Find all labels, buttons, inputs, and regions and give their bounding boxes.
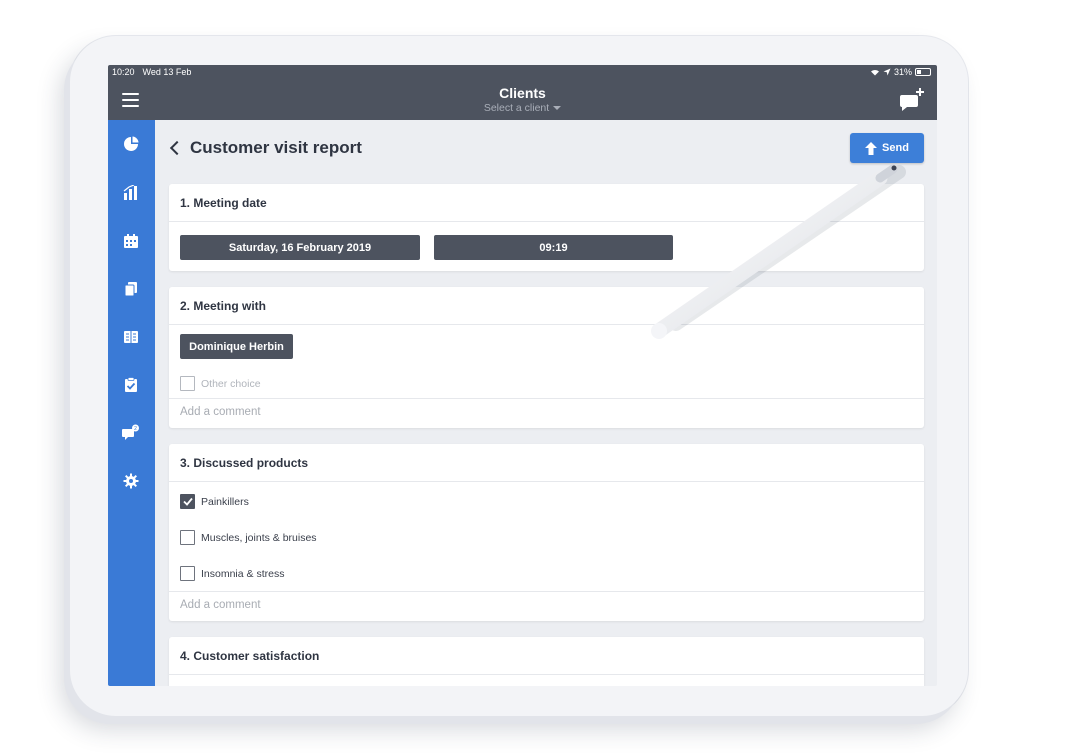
status-date: Wed 13 Feb bbox=[142, 67, 192, 77]
sidebar-item-calendar[interactable] bbox=[119, 229, 143, 253]
section-title: 1. Meeting date bbox=[169, 184, 924, 222]
option-label: Muscles, joints & bruises bbox=[201, 531, 317, 544]
sidebar-item-settings[interactable] bbox=[119, 469, 143, 493]
send-button-label: Send bbox=[882, 142, 909, 154]
date-picker[interactable]: Saturday, 16 February 2019 bbox=[180, 235, 420, 260]
app-screen: 10:20 Wed 13 Feb 31% Clients Select a cli… bbox=[108, 65, 937, 686]
chevron-left-icon bbox=[169, 140, 185, 156]
new-message-icon[interactable] bbox=[899, 87, 925, 111]
other-choice-option[interactable]: Other choice bbox=[180, 376, 261, 391]
section-discussed-products: 3. Discussed products Painkillers Muscle… bbox=[169, 444, 924, 621]
sidebar-item-documents[interactable] bbox=[119, 277, 143, 301]
contact-chip[interactable]: Dominique Herbin bbox=[180, 334, 293, 359]
section-title: 3. Discussed products bbox=[169, 444, 924, 482]
bar-chart-icon bbox=[123, 185, 137, 200]
page-title: Customer visit report bbox=[190, 138, 362, 157]
top-navigation-bar: 10:20 Wed 13 Feb 31% Clients Select a cli… bbox=[108, 65, 937, 120]
product-option[interactable]: Muscles, joints & bruises bbox=[180, 530, 317, 545]
section-meeting-with: 2. Meeting with Dominique Herbin Other c… bbox=[169, 287, 924, 428]
chat-notification-icon: 2 bbox=[122, 424, 139, 440]
checkbox-checked[interactable] bbox=[180, 494, 195, 509]
client-selector[interactable]: Select a client bbox=[108, 102, 937, 114]
back-navigation[interactable]: Customer visit report bbox=[169, 138, 362, 158]
sidebar-item-messages[interactable]: 2 bbox=[119, 421, 143, 445]
product-option[interactable]: Insomnia & stress bbox=[180, 566, 284, 581]
section-title: 2. Meeting with bbox=[169, 287, 924, 325]
status-bar: 10:20 Wed 13 Feb 31% bbox=[108, 67, 937, 79]
checkmark-icon bbox=[182, 497, 193, 506]
option-label: Insomnia & stress bbox=[201, 567, 285, 580]
battery-icon bbox=[915, 68, 931, 76]
time-picker[interactable]: 09:19 bbox=[434, 235, 673, 260]
arrow-up-icon bbox=[865, 141, 878, 155]
sidebar-item-dashboard[interactable] bbox=[119, 132, 143, 156]
sidebar-item-statistics[interactable] bbox=[119, 181, 143, 205]
caret-down-icon bbox=[553, 106, 562, 111]
comment-input[interactable]: Add a comment bbox=[169, 398, 924, 427]
option-label: Painkillers bbox=[201, 495, 249, 508]
location-icon bbox=[883, 68, 891, 76]
section-title: 4. Customer satisfaction bbox=[169, 637, 924, 675]
gear-icon bbox=[123, 473, 139, 489]
send-button[interactable]: Send bbox=[850, 133, 924, 163]
documents-icon bbox=[124, 282, 137, 297]
wifi-icon bbox=[870, 69, 879, 76]
status-time: 10:20 bbox=[112, 67, 135, 77]
svg-text:2: 2 bbox=[134, 426, 137, 432]
calendar-icon bbox=[124, 234, 138, 248]
section-customer-satisfaction: 4. Customer satisfaction bbox=[169, 637, 924, 686]
battery-percent: 31% bbox=[893, 67, 912, 77]
client-selector-label: Select a client bbox=[483, 102, 550, 114]
checkbox[interactable] bbox=[180, 530, 195, 545]
sidebar-item-catalog[interactable] bbox=[119, 325, 143, 349]
sidebar: 2 bbox=[108, 120, 155, 686]
clipboard-check-icon bbox=[125, 377, 137, 392]
checkbox[interactable] bbox=[180, 376, 195, 391]
section-meeting-date: 1. Meeting date Saturday, 16 February 20… bbox=[169, 184, 924, 271]
main-content: Customer visit report Send 1. Meeting da… bbox=[155, 120, 937, 686]
nav-title: Clients bbox=[499, 85, 546, 101]
pie-chart-icon bbox=[124, 136, 139, 151]
product-option[interactable]: Painkillers bbox=[180, 494, 249, 509]
comment-input[interactable]: Add a comment bbox=[169, 591, 924, 620]
option-label: Other choice bbox=[201, 377, 261, 390]
sidebar-item-reports[interactable] bbox=[119, 373, 143, 397]
book-icon bbox=[124, 331, 138, 343]
checkbox[interactable] bbox=[180, 566, 195, 581]
